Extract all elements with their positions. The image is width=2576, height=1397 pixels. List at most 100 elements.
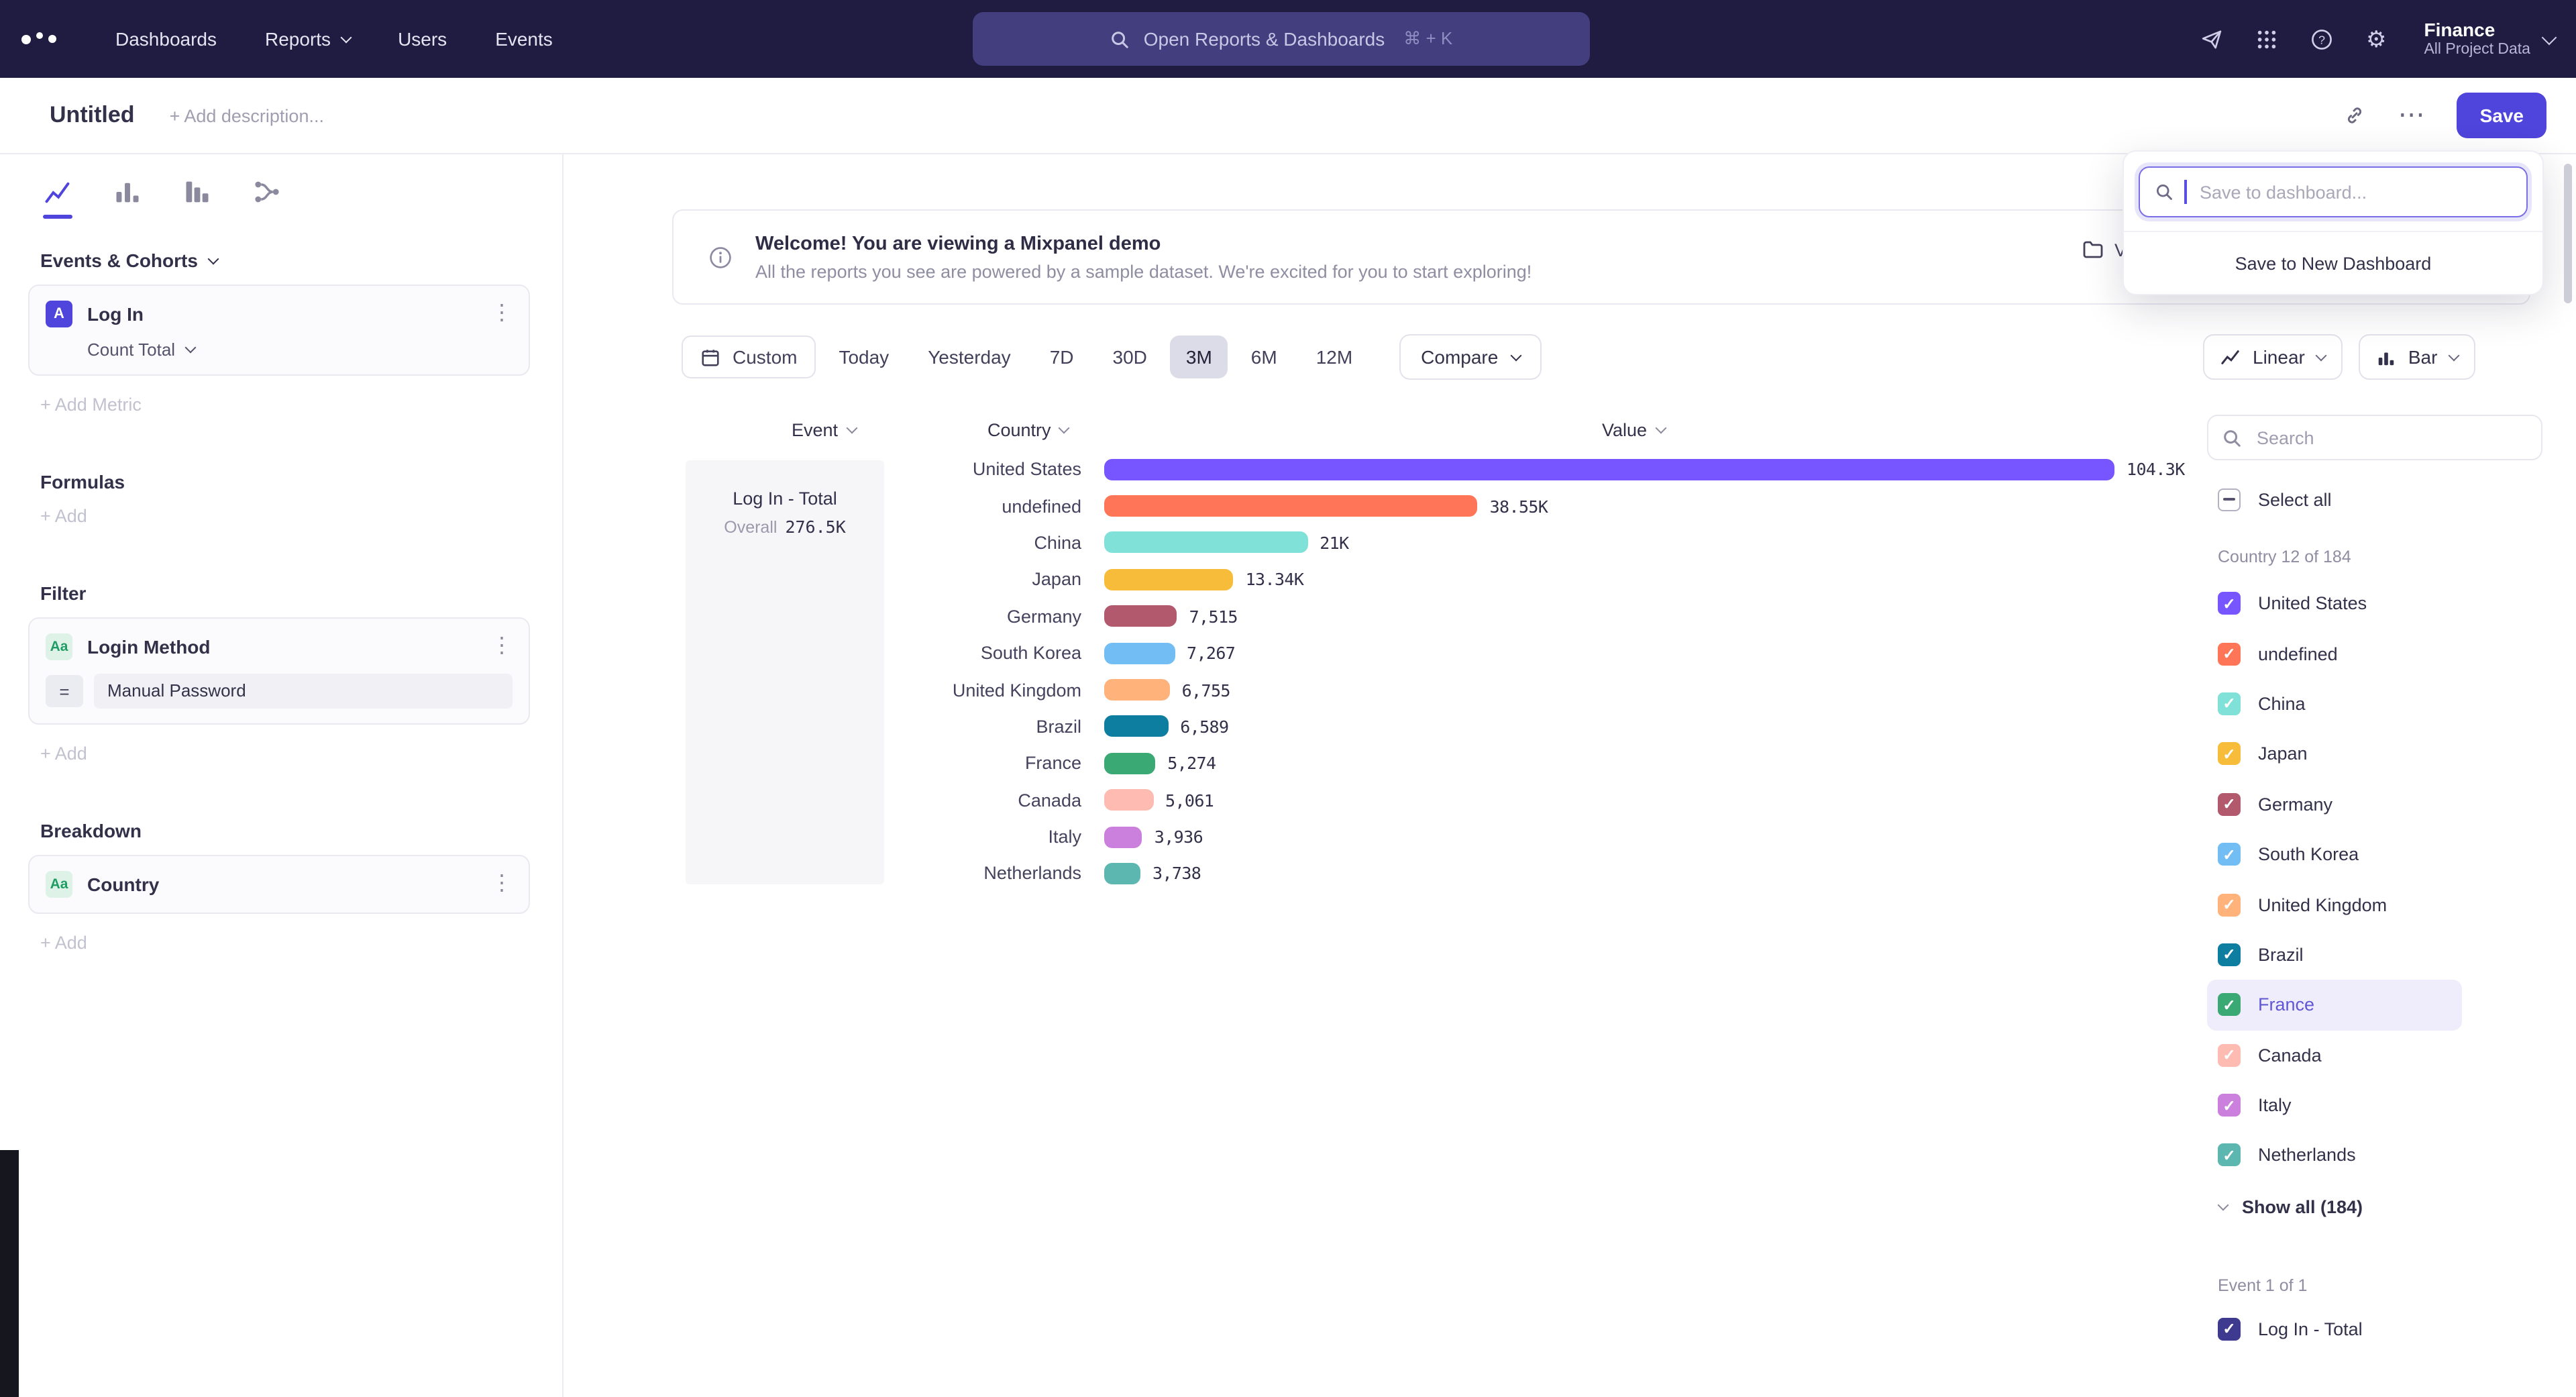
save-to-new-dashboard-button[interactable]: Save to New Dashboard — [2124, 231, 2542, 294]
kebab-menu-icon[interactable]: ⋮ — [491, 874, 513, 895]
series-checkbox[interactable] — [2218, 893, 2241, 916]
add-formula-button[interactable]: + Add — [40, 506, 530, 526]
help-icon[interactable]: ? — [2311, 28, 2334, 50]
legend-item-canada[interactable]: Canada — [2207, 1030, 2462, 1080]
copy-link-icon[interactable] — [2345, 105, 2366, 126]
save-button[interactable]: Save — [2457, 93, 2546, 138]
series-checkbox[interactable] — [2218, 743, 2241, 766]
legend-item-germany[interactable]: Germany — [2207, 779, 2462, 829]
range-button-yesterday[interactable]: Yesterday — [912, 335, 1027, 378]
series-checkbox[interactable] — [2218, 943, 2241, 966]
range-button-30d[interactable]: 30D — [1097, 335, 1163, 378]
bar[interactable] — [1104, 679, 1170, 701]
bar[interactable] — [1104, 789, 1153, 811]
bar[interactable] — [1104, 642, 1175, 664]
series-checkbox[interactable] — [2218, 1043, 2241, 1066]
nav-item-dashboards[interactable]: Dashboards — [115, 28, 217, 50]
bar[interactable] — [1104, 716, 1168, 737]
series-checkbox[interactable] — [2218, 843, 2241, 866]
legend-item-log-in-total[interactable]: Log In - Total — [2207, 1304, 2462, 1354]
tab-insights-icon[interactable] — [43, 177, 72, 207]
series-checkbox[interactable] — [2218, 793, 2241, 816]
apps-grid-icon[interactable] — [2256, 28, 2279, 50]
bar[interactable] — [1104, 532, 1307, 554]
aggregation-dropdown[interactable]: Count Total — [87, 340, 513, 360]
folder-icon — [2082, 239, 2104, 260]
legend-item-united-kingdom[interactable]: United Kingdom — [2207, 880, 2462, 930]
series-checkbox[interactable] — [2218, 592, 2241, 615]
chart-controls: Linear Bar — [2203, 334, 2475, 380]
project-dataset: All Project Data — [2424, 41, 2530, 60]
kebab-menu-icon[interactable]: ⋮ — [491, 303, 513, 325]
show-all-button[interactable]: Show all (184) — [2207, 1184, 2542, 1230]
legend-item-brazil[interactable]: Brazil — [2207, 929, 2462, 980]
legend-item-japan[interactable]: Japan — [2207, 729, 2462, 779]
add-filter-button[interactable]: + Add — [40, 743, 530, 764]
legend-item-china[interactable]: China — [2207, 679, 2462, 729]
legend-item-undefined[interactable]: undefined — [2207, 629, 2462, 679]
kebab-menu-icon[interactable]: ⋮ — [491, 636, 513, 658]
add-metric-button[interactable]: + Add Metric — [40, 395, 530, 415]
save-dashboard-input[interactable] — [2197, 180, 2512, 203]
tab-flows-icon[interactable] — [252, 177, 282, 207]
report-title[interactable]: Untitled — [50, 102, 135, 129]
bar[interactable] — [1104, 495, 1478, 517]
bar[interactable] — [1104, 458, 2114, 480]
bar[interactable] — [1104, 569, 1234, 590]
range-button-today[interactable]: Today — [822, 335, 905, 378]
series-checkbox[interactable] — [2218, 1094, 2241, 1117]
column-header-event[interactable]: Event — [792, 420, 855, 440]
legend-item-netherlands[interactable]: Netherlands — [2207, 1131, 2462, 1181]
bar[interactable] — [1104, 753, 1155, 774]
bar[interactable] — [1104, 863, 1140, 884]
series-search[interactable] — [2207, 415, 2542, 460]
global-search-bar[interactable]: Open Reports & Dashboards ⌘ + K — [973, 12, 1590, 66]
legend-item-italy[interactable]: Italy — [2207, 1080, 2462, 1131]
filter-card[interactable]: Aa Login Method ⋮ = Manual Password — [28, 617, 530, 725]
series-checkbox[interactable] — [2218, 692, 2241, 715]
settings-gear-icon[interactable]: ⚙ — [2366, 28, 2387, 50]
window-edge — [0, 1150, 19, 1397]
filter-value[interactable]: Manual Password — [94, 674, 513, 709]
legend-item-united-states[interactable]: United States — [2207, 578, 2462, 629]
select-all-row[interactable]: Select all — [2207, 488, 2542, 511]
legend-item-south-korea[interactable]: South Korea — [2207, 829, 2462, 880]
tab-bar-chart-icon[interactable] — [113, 177, 142, 207]
range-button-7d[interactable]: 7D — [1034, 335, 1090, 378]
legend-item-france[interactable]: France — [2207, 980, 2462, 1030]
series-checkbox[interactable] — [2218, 994, 2241, 1017]
column-header-value[interactable]: Value — [1602, 420, 1664, 440]
nav-item-users[interactable]: Users — [398, 28, 447, 50]
bar[interactable] — [1104, 606, 1177, 627]
scrollbar-thumb[interactable] — [2564, 164, 2572, 303]
series-checkbox[interactable] — [2218, 1318, 2241, 1341]
send-icon[interactable] — [2201, 28, 2224, 50]
line-type-dropdown[interactable]: Linear — [2203, 334, 2343, 380]
add-description[interactable]: + Add description... — [170, 105, 324, 125]
breakdown-card[interactable]: Aa Country ⋮ — [28, 855, 530, 914]
view-sample-button-partial[interactable]: V — [2082, 239, 2127, 260]
select-all-checkbox[interactable] — [2218, 488, 2241, 511]
range-button-6m[interactable]: 6M — [1235, 335, 1293, 378]
range-button-12m[interactable]: 12M — [1300, 335, 1368, 378]
metric-card[interactable]: A Log In ⋮ Count Total — [28, 284, 530, 376]
nav-item-events[interactable]: Events — [495, 28, 553, 50]
add-breakdown-button[interactable]: + Add — [40, 933, 530, 953]
tab-funnel-icon[interactable] — [182, 177, 212, 207]
chart-row-china: China21K — [892, 525, 2185, 562]
series-checkbox[interactable] — [2218, 1144, 2241, 1167]
series-checkbox[interactable] — [2218, 642, 2241, 665]
bar[interactable] — [1104, 826, 1142, 847]
chart-type-dropdown[interactable]: Bar — [2359, 334, 2475, 380]
filter-operator[interactable]: = — [46, 675, 83, 707]
series-search-input[interactable] — [2254, 426, 2528, 449]
range-button-custom[interactable]: Custom — [682, 335, 816, 378]
events-cohorts-header[interactable]: Events & Cohorts — [40, 250, 530, 271]
save-dashboard-search[interactable] — [2139, 166, 2528, 217]
compare-dropdown[interactable]: Compare — [1399, 334, 1541, 380]
nav-item-reports[interactable]: Reports — [265, 28, 350, 50]
column-header-country[interactable]: Country — [987, 420, 1069, 440]
range-button-3m[interactable]: 3M — [1170, 335, 1228, 378]
project-switcher[interactable]: Finance All Project Data — [2424, 18, 2555, 59]
mixpanel-logo-icon[interactable] — [21, 34, 56, 44]
